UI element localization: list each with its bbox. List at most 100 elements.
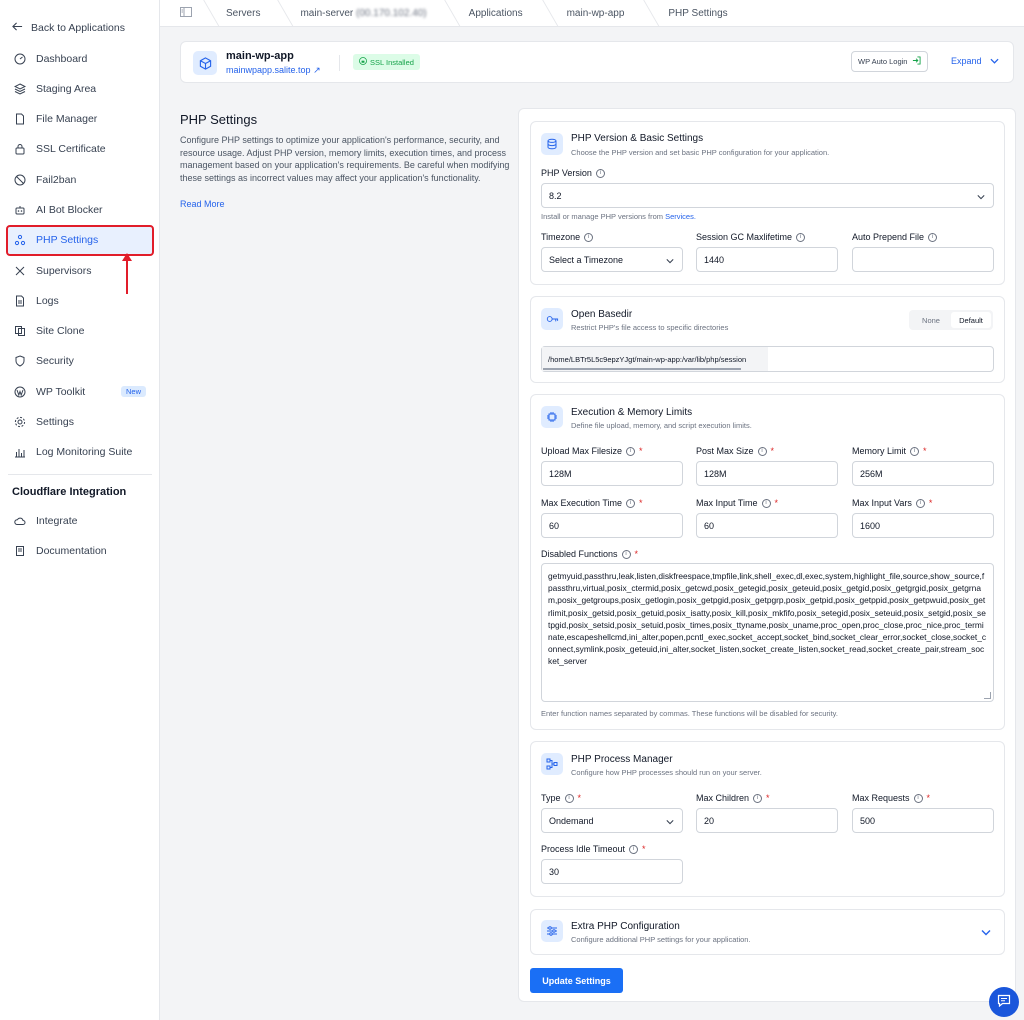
max-input-vars-input[interactable]: 1600 [852, 513, 994, 538]
robot-icon [13, 203, 27, 217]
resize-handle[interactable] [984, 692, 991, 699]
back-to-applications-link[interactable]: Back to Applications [12, 19, 125, 37]
timezone-select[interactable]: Select a Timezone [541, 247, 683, 272]
info-icon: i [757, 446, 767, 456]
label-text: Process Idle Timeout [541, 844, 626, 854]
label-text: Timezone [541, 232, 581, 242]
max-children-label: Max Children i * [696, 793, 770, 803]
label-text: Post Max Size [696, 446, 754, 456]
sidebar-item-wp-toolkit[interactable]: WP Toolkit New [8, 378, 152, 405]
card-title: PHP Process Manager [571, 754, 673, 765]
sidebar-item-file-manager[interactable]: File Manager [8, 106, 152, 133]
memory-limit-input[interactable]: 256M [852, 461, 994, 486]
post-max-input[interactable]: 128M [696, 461, 838, 486]
sidebar-item-settings[interactable]: Settings [8, 409, 152, 436]
sidebar-item-ssl-certificate[interactable]: SSL Certificate [8, 136, 152, 163]
session-gc-input[interactable]: 1440 [696, 247, 838, 272]
required-marker: * [639, 446, 643, 456]
sidebar-item-label: Supervisors [36, 264, 92, 277]
chevron-down-icon[interactable] [981, 928, 991, 939]
pm-type-select[interactable]: Ondemand [541, 808, 683, 833]
sidebar-item-fail2ban[interactable]: Fail2ban [8, 166, 152, 193]
basedir-option-default[interactable]: Default [951, 312, 991, 328]
basedir-option-none[interactable]: None [911, 312, 951, 328]
max-requests-input[interactable]: 500 [852, 808, 994, 833]
expand-button[interactable]: Expand [951, 56, 999, 66]
sidebar-item-supervisors[interactable]: Supervisors [8, 257, 152, 284]
breadcrumb: Servers main-server (00.170.102.40) Appl… [160, 0, 1024, 27]
sidebar-item-ai-bot-blocker[interactable]: AI Bot Blocker [8, 196, 152, 223]
lock-icon [13, 142, 27, 156]
basedir-scrollbar[interactable] [543, 368, 741, 370]
extra-config-card[interactable] [530, 909, 1005, 955]
required-marker: * [639, 498, 643, 508]
sidebar-item-php-settings[interactable]: PHP Settings [6, 224, 154, 256]
app-header: main-wp-app mainwpapp.salite.top ↗ SSL I… [180, 41, 1014, 83]
gauge-icon [13, 52, 27, 66]
nodes-icon [13, 233, 27, 247]
new-badge: New [120, 386, 146, 398]
sidebar-toggle[interactable] [160, 0, 206, 27]
upload-max-input[interactable]: 128M [541, 461, 683, 486]
max-children-input[interactable]: 20 [696, 808, 838, 833]
auto-prepend-input[interactable] [852, 247, 994, 272]
page-title: PHP Settings [180, 112, 258, 127]
layers-icon [13, 82, 27, 96]
sidebar-item-site-clone[interactable]: Site Clone [8, 318, 152, 345]
required-marker: * [770, 446, 775, 456]
services-link[interactable]: Services. [665, 212, 696, 221]
label-text: Session GC Maxlifetime [696, 232, 793, 242]
chevron-down-icon [977, 192, 985, 202]
info-icon: i [796, 232, 806, 242]
chevron-down-icon [666, 817, 674, 827]
sidebar-item-dashboard[interactable]: Dashboard [8, 45, 152, 72]
timezone-label: Timezone i [541, 232, 594, 242]
sidebar-item-security[interactable]: Security [8, 348, 152, 375]
wp-auto-login-button[interactable]: WP Auto Login [851, 51, 929, 72]
breadcrumb-servers[interactable]: Servers [206, 0, 280, 27]
memory-limit-label: Memory Limit i * [852, 446, 927, 456]
idle-timeout-label: Process Idle Timeout i * [541, 844, 646, 854]
back-label: Back to Applications [31, 22, 125, 34]
wordpress-icon [13, 385, 27, 399]
max-input-time-input[interactable]: 60 [696, 513, 838, 538]
info-icon: i [915, 498, 925, 508]
chat-button[interactable] [989, 987, 1019, 1017]
sidebar-item-integrate[interactable]: Integrate [8, 507, 152, 534]
breadcrumb-applications[interactable]: Applications [447, 0, 545, 27]
breadcrumb-app[interactable]: main-wp-app [545, 0, 647, 27]
update-settings-button[interactable]: Update Settings [530, 968, 623, 993]
disabled-functions-textarea[interactable]: getmyuid,passthru,leak,listen,diskfreesp… [541, 563, 994, 702]
sidebar-item-label: WP Toolkit [36, 385, 86, 398]
cloudflare-nav: Integrate Documentation [8, 507, 152, 568]
sidebar-item-logs[interactable]: Logs [8, 287, 152, 314]
max-input-time-label: Max Input Time i * [696, 498, 778, 508]
basedir-input[interactable]: /home/LBTr5L5c9epzYJgt/main-wp-app:/var/… [541, 346, 994, 372]
sidebar: Back to Applications Dashboard Staging A… [0, 0, 160, 1020]
arrow-left-icon [12, 21, 23, 35]
required-marker: * [577, 793, 582, 803]
login-icon [912, 56, 922, 67]
input-value: 128M [549, 468, 572, 479]
sidebar-item-documentation[interactable]: Documentation [8, 537, 152, 564]
sidebar-item-log-monitoring-suite[interactable]: Log Monitoring Suite [8, 439, 152, 466]
hint-text: Install or manage PHP versions from [541, 212, 663, 221]
sidebar-item-label: Settings [36, 416, 74, 429]
idle-timeout-input[interactable]: 30 [541, 859, 683, 884]
info-icon: i [629, 844, 639, 854]
required-marker: * [642, 844, 646, 854]
cloudflare-section-title: Cloudflare Integration [12, 486, 127, 498]
card-subtitle: Restrict PHP's file access to specific d… [571, 323, 729, 332]
ssl-status-badge: SSL Installed [353, 54, 420, 70]
app-url-link[interactable]: mainwpapp.salite.top ↗ [226, 65, 321, 76]
chevron-down-icon [989, 56, 999, 66]
max-execution-input[interactable]: 60 [541, 513, 683, 538]
sidebar-item-label: Staging Area [36, 82, 97, 95]
input-value: 500 [860, 815, 876, 826]
php-version-select[interactable]: 8.2 [541, 183, 994, 208]
auto-prepend-label: Auto Prepend File i [852, 232, 938, 242]
breadcrumb-server[interactable]: main-server (00.170.102.40) [280, 0, 446, 27]
read-more-link[interactable]: Read More [180, 199, 225, 209]
sidebar-item-staging-area[interactable]: Staging Area [8, 75, 152, 102]
info-icon: i [595, 168, 605, 178]
